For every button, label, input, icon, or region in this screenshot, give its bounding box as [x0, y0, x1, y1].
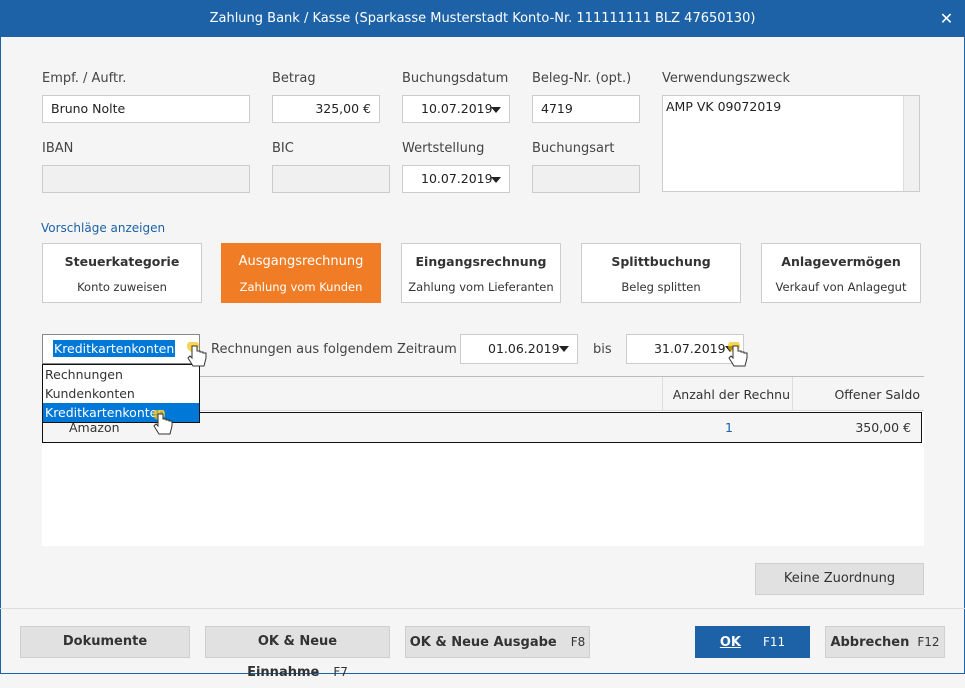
hand-cursor-icon — [728, 342, 748, 367]
buchungsdatum-label: Buchungsdatum — [402, 71, 509, 86]
tile-subtitle: Zahlung vom Kunden — [239, 280, 363, 294]
bis-label: bis — [593, 342, 612, 357]
button-label: OK & Neue Ausgabe — [409, 635, 557, 650]
keine-zuordnung-button[interactable]: Keine Zuordnung — [755, 563, 924, 595]
tile-title: Eingangsrechnung — [415, 254, 547, 269]
ok-button[interactable]: OK F11 — [695, 626, 810, 658]
option-kreditkartenkonten[interactable]: Kreditkartenkonten — [43, 403, 199, 422]
iban-input[interactable] — [42, 165, 250, 193]
tile-title: Steuerkategorie — [64, 254, 180, 269]
tile-ausgangsrechnung[interactable]: Ausgangsrechnung Zahlung vom Kunden — [221, 243, 381, 303]
ok-neue-einnahme-button[interactable]: OK & Neue Einnahme F7 — [205, 626, 390, 680]
betrag-input[interactable]: 325,00 € — [272, 95, 380, 123]
period-label: Rechnungen aus folgendem Zeitraum — [211, 342, 457, 357]
buchungsdatum-dropdown[interactable]: 10.07.2019 — [402, 95, 510, 123]
hand-cursor-icon — [187, 342, 207, 367]
title-bar: Zahlung Bank / Kasse (Sparkasse Musterst… — [0, 0, 965, 37]
button-label: Abbrechen — [830, 635, 910, 650]
tile-subtitle: Zahlung vom Lieferanten — [408, 280, 554, 294]
suggestions-link[interactable]: Vorschläge anzeigen — [41, 221, 165, 235]
verwendung-textarea[interactable]: AMP VK 09072019 — [662, 95, 920, 192]
from-date-dropdown[interactable]: 01.06.2019 — [460, 334, 578, 364]
shortcut: F7 — [333, 665, 348, 679]
tile-splittbuchung[interactable]: Splittbuchung Beleg splitten — [581, 243, 741, 303]
option-rechnungen[interactable]: Rechnungen — [43, 365, 199, 384]
iban-label: IBAN — [42, 141, 74, 156]
tile-title: Splittbuchung — [611, 254, 711, 269]
abbrechen-button[interactable]: Abbrechen F12 — [825, 626, 945, 658]
window-title: Zahlung Bank / Kasse (Sparkasse Musterst… — [209, 11, 756, 26]
footer-divider — [0, 608, 965, 609]
column-saldo[interactable]: Offener Saldo — [792, 377, 922, 411]
wertstellung-dropdown[interactable]: 10.07.2019 — [402, 165, 510, 193]
tile-title: Ausgangsrechnung — [238, 254, 364, 269]
button-label: OK & Neue Einnahme — [247, 634, 338, 680]
empf-input[interactable]: Bruno Nolte — [42, 95, 250, 123]
beleg-input[interactable]: 4719 — [532, 95, 640, 123]
bic-label: BIC — [272, 141, 294, 156]
verwendung-label: Verwendungszweck — [662, 71, 790, 86]
buchungsart-input[interactable] — [532, 165, 640, 193]
tile-eingangsrechnung[interactable]: Eingangsrechnung Zahlung vom Lieferanten — [401, 243, 561, 303]
verwendung-text: AMP VK 09072019 — [666, 99, 782, 114]
row-saldo: 350,00 € — [855, 420, 911, 435]
bic-input[interactable] — [272, 165, 390, 193]
tile-subtitle: Verkauf von Anlagegut — [775, 280, 907, 294]
betrag-label: Betrag — [272, 71, 316, 86]
tile-subtitle: Konto zuweisen — [77, 280, 167, 294]
close-button[interactable]: ✕ — [928, 0, 965, 37]
tile-subtitle: Beleg splitten — [621, 280, 701, 294]
wertstellung-label: Wertstellung — [402, 141, 485, 156]
dokumente-button[interactable]: Dokumente — [20, 626, 190, 658]
shortcut: F12 — [917, 635, 940, 649]
row-count[interactable]: 1 — [725, 413, 733, 442]
beleg-label: Beleg-Nr. (opt.) — [532, 71, 632, 86]
source-dropdown-list: Rechnungen Kundenkonten Kreditkartenkont… — [42, 364, 200, 423]
empf-label: Empf. / Auftr. — [42, 71, 127, 86]
shortcut: F8 — [570, 635, 586, 649]
to-date-dropdown[interactable]: 31.07.2019 — [626, 334, 744, 364]
tile-anlagevermoegen[interactable]: Anlagevermögen Verkauf von Anlagegut — [761, 243, 921, 303]
scrollbar[interactable] — [903, 96, 919, 191]
shortcut: F11 — [762, 635, 786, 649]
ok-neue-ausgabe-button[interactable]: OK & Neue Ausgabe F8 — [405, 626, 590, 658]
tile-title: Anlagevermögen — [781, 254, 901, 269]
column-anzahl[interactable]: Anzahl der Rechnu — [662, 377, 792, 411]
button-label: OK — [719, 635, 741, 650]
buchungsart-label: Buchungsart — [532, 141, 615, 156]
hand-cursor-icon — [153, 410, 173, 435]
option-kundenkonten[interactable]: Kundenkonten — [43, 384, 199, 403]
tile-steuerkategorie[interactable]: Steuerkategorie Konto zuweisen — [42, 243, 202, 303]
source-dropdown[interactable]: Kreditkartenkonten — [42, 334, 200, 364]
source-selected: Kreditkartenkonten — [53, 340, 176, 357]
